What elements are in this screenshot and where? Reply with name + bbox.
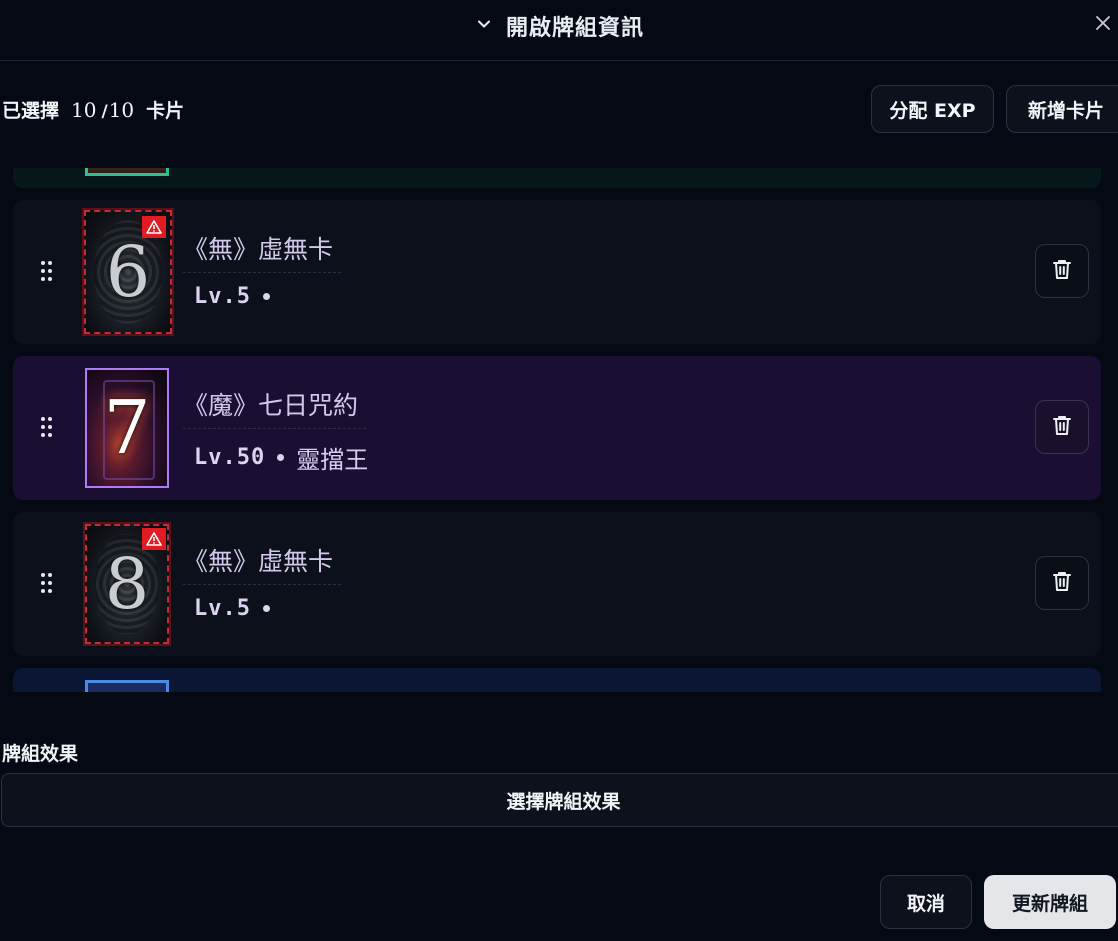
card-name[interactable]: 《無》虛無卡 [183,542,342,585]
close-icon [1094,14,1112,36]
card-name[interactable]: 《無》虛無卡 [183,230,342,273]
card-meta: Lv.5 [194,596,282,621]
card-meta: Lv.50 靈擋王 [194,440,368,475]
deck-effect-label: 牌組效果 [2,743,79,765]
card-thumbnail: 7 [85,368,169,488]
deck-info-toggle[interactable]: 開啟牌組資訊 [474,8,644,44]
selected-count-value: 10 [71,98,97,122]
delete-card-button[interactable] [1035,556,1089,610]
drag-handle-icon[interactable] [41,261,55,283]
warning-icon [142,216,166,238]
deck-editor-panel: 開啟牌組資訊 已選擇 10 / 10 卡片 分配 EXP 新增卡片 6 《無》虛… [0,0,1118,941]
card-list[interactable]: 6 《無》虛無卡 Lv.5 7 《魔》七日咒約 Lv.50 靈擋王 8 《無》虛… [0,168,1118,692]
update-deck-button[interactable]: 更新牌組 [984,875,1116,929]
trash-icon [1051,414,1073,440]
card-level: Lv.50 [194,445,266,470]
card-thumbnail-previous [85,168,169,176]
card-level: Lv.5 [194,284,251,309]
card-row-previous [13,168,1101,188]
selected-suffix: 卡片 [146,100,185,122]
card-name[interactable]: 《魔》七日咒約 [183,386,367,429]
trash-icon [1051,570,1073,596]
selected-count-separator: / [101,102,108,122]
delete-card-button[interactable] [1035,244,1089,298]
cancel-button[interactable]: 取消 [880,875,972,929]
deck-info-header: 開啟牌組資訊 [0,0,1118,61]
header-title: 開啟牌組資訊 [506,16,645,41]
card-level: Lv.5 [194,596,251,621]
delete-card-button[interactable] [1035,400,1089,454]
assign-exp-button[interactable]: 分配 EXP [871,85,994,133]
card-slot-number: 7 [103,385,151,471]
meta-separator-dot [262,293,270,300]
selected-card-count: 已選擇 10 / 10 卡片 [2,96,184,123]
card-row[interactable]: 6 《無》虛無卡 Lv.5 [13,200,1101,344]
card-meta: Lv.5 [194,284,282,309]
meta-separator-dot [277,454,285,461]
card-thumbnail-next [85,680,169,692]
select-deck-effect-button[interactable]: 選擇牌組效果 [1,773,1118,827]
selected-prefix: 已選擇 [2,100,60,122]
add-card-button[interactable]: 新增卡片 [1006,85,1118,133]
card-row-next [13,668,1101,692]
card-row[interactable]: 8 《無》虛無卡 Lv.5 [13,512,1101,656]
card-row[interactable]: 7 《魔》七日咒約 Lv.50 靈擋王 [13,356,1101,500]
meta-separator-dot [262,605,270,612]
trash-icon [1051,258,1073,284]
drag-handle-icon[interactable] [41,573,55,595]
card-owner: 靈擋王 [296,446,369,474]
warning-icon [142,528,166,550]
chevron-down-icon [474,14,494,38]
close-button[interactable] [1090,12,1116,38]
drag-handle-icon[interactable] [41,417,55,439]
selected-count-total: 10 [108,98,135,122]
